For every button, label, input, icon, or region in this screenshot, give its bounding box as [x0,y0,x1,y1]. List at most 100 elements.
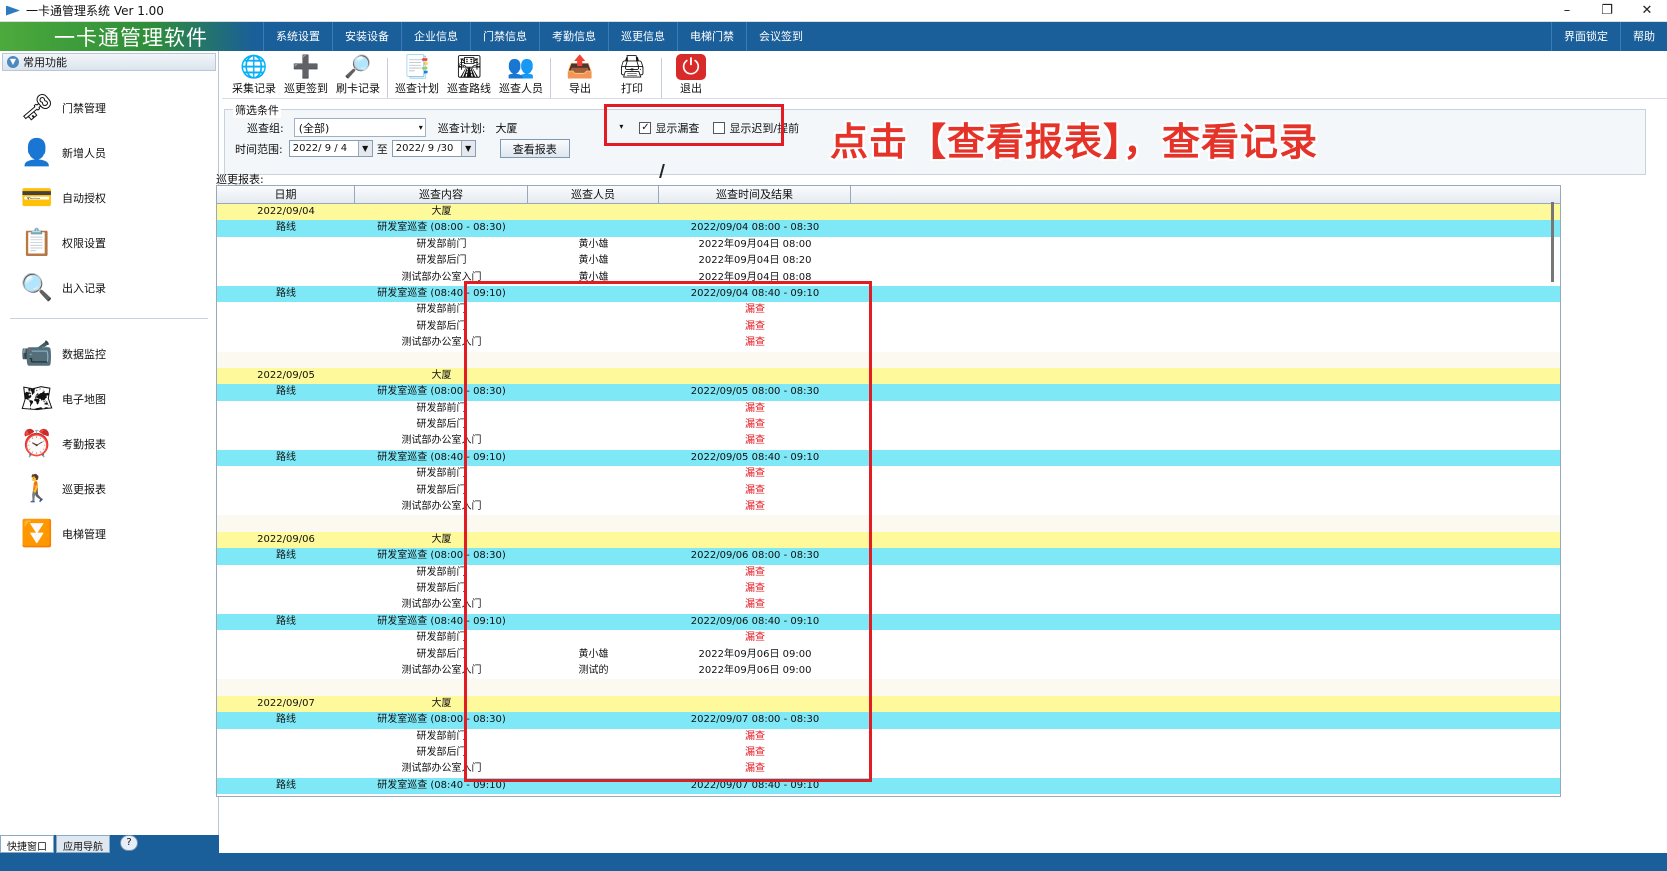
date-to-picker[interactable]: 2022/ 9 /30 ▼ [391,140,476,157]
sidebar-item-group1-4[interactable]: 🔍 出入记录 [0,265,218,310]
menu-item-5[interactable]: 巡更信息 [608,22,677,51]
menu-item-6[interactable]: 电梯门禁 [677,22,746,51]
table-row[interactable]: 研发部后门 漏查 [217,318,1560,336]
table-row[interactable]: 研发部后门 黄小雄 2022年09月06日 09:00 [217,646,1560,663]
table-row[interactable]: 路线 研发室巡查 (08:00 - 08:30) 2022/09/06 08:00 … [217,548,1560,565]
column-header-date[interactable]: 日期 [217,186,355,203]
plan-label: 巡查计划: [437,121,486,135]
collapse-icon[interactable]: ▼ [7,56,19,68]
menu-right-item-1[interactable]: 帮助 [1620,22,1667,51]
toolbar-button-2[interactable]: 🔎 刷卡记录 [332,54,384,98]
table-row[interactable]: 路线 研发室巡查 (08:00 - 08:30) 2022/09/05 08:00 … [217,384,1560,401]
menu-item-7[interactable]: 会议签到 [746,22,815,51]
table-row[interactable]: 研发部后门 漏查 [217,744,1560,762]
table-row[interactable]: 研发部后门 漏查 [217,580,1560,598]
sidebar-item-label: 巡更报表 [62,482,106,496]
menu-item-1[interactable]: 安装设备 [332,22,401,51]
column-header-content[interactable]: 巡查内容 [355,186,528,203]
table-cell: 路线 [276,451,296,463]
calendar-dropdown-icon[interactable]: ▼ [357,141,372,156]
restore-button[interactable]: ❐ [1587,3,1627,18]
table-row[interactable]: 研发部前门 漏查 [217,728,1560,745]
sidebar-item-group1-3[interactable]: 📋 权限设置 [0,220,218,265]
table-row[interactable]: 路线 研发室巡查 (08:40 - 09:10) 2022/09/06 08:40 … [217,613,1560,631]
tab-app-navigation[interactable]: 应用导航 [56,835,110,853]
table-row[interactable]: 测试部办公室入门 漏查 [217,499,1560,516]
menu-right-item-0[interactable]: 界面锁定 [1551,22,1620,51]
table-cell [217,433,355,449]
menu-item-0[interactable]: 系统设置 [263,22,332,51]
view-report-button[interactable]: 查看报表 [499,139,570,158]
sidebar-item-label: 电梯管理 [62,527,106,541]
table-row[interactable]: 测试部办公室入门 漏查 [217,761,1560,778]
table-row[interactable]: 研发部前门 漏查 [217,630,1560,647]
report-grid[interactable]: 日期 巡查内容 巡查人员 巡查时间及结果 2022/09/04 大厦 路线 研发室巡查… [216,185,1561,797]
table-row[interactable]: 路线 研发室巡查 (08:00 - 08:30) 2022/09/04 08:00 … [217,220,1560,237]
table-row[interactable]: 路线 研发室巡查 (08:40 - 09:10) 2022/09/05 08:40 … [217,449,1560,467]
date-from-picker[interactable]: 2022/ 9 / 4 ▼ [288,140,373,157]
table-row[interactable]: 研发部前门 漏查 [217,466,1560,483]
table-row[interactable] [217,679,1560,696]
sidebar-item-group2-1[interactable]: 🗺 电子地图 [0,376,218,421]
table-cell [217,679,355,695]
table-row[interactable]: 路线 研发室巡查 (08:00 - 08:30) 2022/09/07 08:00 … [217,712,1560,729]
toolbar-button-7[interactable]: 🖨 打印 [606,54,658,98]
toolbar-button-8[interactable]: ⏻ 退出 [665,54,717,98]
table-cell [217,401,355,417]
toolbar-button-label: 巡查计划 [395,82,439,95]
column-header-person[interactable]: 巡查人员 [528,186,659,203]
minimize-button[interactable]: – [1547,3,1587,18]
table-cell [217,483,355,499]
toolbar-button-0[interactable]: 🌐 采集记录 [228,54,280,98]
toolbar-button-3[interactable]: 📑 巡查计划 [391,54,443,98]
toolbar-button-5[interactable]: 👥 巡查人员 [495,54,547,98]
calendar-dropdown-icon[interactable]: ▼ [460,141,475,156]
group-select[interactable]: (全部) ▾ [293,118,426,137]
tab-quick-window[interactable]: 快捷窗口 [0,835,54,853]
table-row[interactable]: 测试部办公室入门 漏查 [217,335,1560,352]
vertical-scrollbar[interactable] [1551,202,1554,282]
table-row[interactable]: 测试部办公室入门 漏查 [217,597,1560,614]
tutorial-caption: 点击【查看报表】，查看记录 [830,120,1319,164]
sidebar-item-group1-1[interactable]: 👤 新增人员 [0,130,218,175]
menu-item-2[interactable]: 企业信息 [401,22,470,51]
toolbar-button-1[interactable]: ➕ 巡更签到 [280,54,332,98]
column-header-result[interactable]: 巡查时间及结果 [659,186,851,203]
table-cell: 研发室巡查 (08:00 - 08:30) [377,222,506,234]
table-row[interactable]: 研发部前门 黄小雄 2022年09月04日 08:00 [217,236,1560,254]
table-row[interactable] [217,515,1560,532]
table-row[interactable] [217,351,1560,368]
sidebar-item-group1-0[interactable]: 🗝 门禁管理 [0,85,218,130]
table-row[interactable]: 2022/09/06 大厦 [217,531,1560,549]
table-row[interactable]: 研发部后门 漏查 [217,482,1560,500]
table-row[interactable]: 研发部后门 漏查 [217,417,1560,434]
table-row[interactable]: 研发部后门 黄小雄 2022年09月04日 08:20 [217,253,1560,270]
menu-item-4[interactable]: 考勤信息 [539,22,608,51]
sidebar-item-group2-4[interactable]: ⏬ 电梯管理 [0,511,218,556]
table-row[interactable]: 测试部办公室入门 测试的 2022年09月06日 09:00 [217,662,1560,680]
close-button[interactable]: ✕ [1627,3,1667,18]
sidebar-header[interactable]: ▼ 常用功能 [2,53,216,71]
table-row[interactable]: 2022/09/07 大厦 [217,695,1560,713]
table-row[interactable]: 研发部前门 漏查 [217,302,1560,319]
sidebar-item-group1-2[interactable]: 💳 自动授权 [0,175,218,220]
table-row[interactable]: 路线 研发室巡查 (08:40 - 09:10) 2022/09/04 08:40 … [217,285,1560,303]
menu-item-3[interactable]: 门禁信息 [470,22,539,51]
map-icon: 🗺 [20,383,54,414]
table-row[interactable]: 路线 研发室巡查 (08:40 - 09:10) 2022/09/07 08:40 … [217,777,1560,795]
sidebar-item-group2-2[interactable]: ⏰ 考勤报表 [0,421,218,466]
toolbar-button-4[interactable]: 🛣 巡查路线 [443,54,495,98]
table-row[interactable]: 2022/09/04 大厦 [217,204,1560,221]
to-label: 至 [376,142,388,156]
table-row[interactable]: 研发部前门 漏查 [217,400,1560,418]
table-row[interactable]: 2022/09/05 大厦 [217,367,1560,385]
sidebar-item-group2-0[interactable]: 📹 数据监控 [0,331,218,376]
table-row[interactable]: 研发部前门 漏查 [217,564,1560,581]
help-icon[interactable]: ? [120,835,138,851]
export-icon: 📤 [566,54,594,80]
sidebar-item-group2-3[interactable]: 🚶 巡更报表 [0,466,218,511]
table-row[interactable]: 测试部办公室入门 黄小雄 2022年09月04日 08:08 [217,269,1560,286]
table-row[interactable]: 测试部办公室入门 漏查 [217,433,1560,450]
person-icon: 👤 [20,137,54,168]
toolbar-button-6[interactable]: 📤 导出 [554,54,606,98]
